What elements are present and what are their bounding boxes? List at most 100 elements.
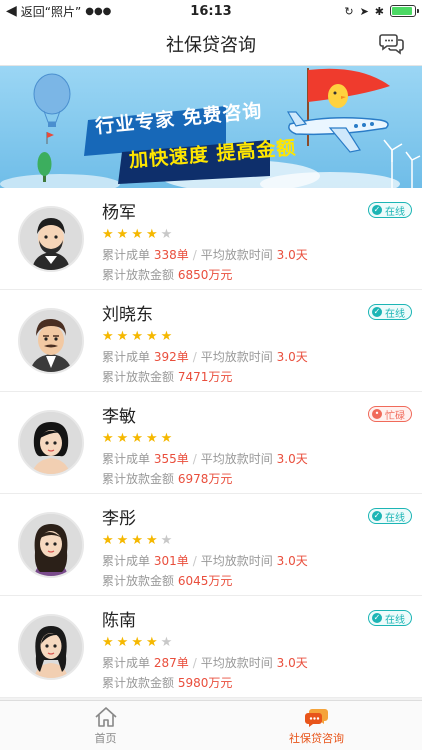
amount-value: 6978万元 bbox=[177, 472, 233, 486]
status-bar: ◀ 返回“照片” ●●● 16:13 ↻ ➤ ✱ bbox=[0, 0, 422, 22]
orders-stat: 累计成单 301单 / 平均放款时间 3.0天 bbox=[102, 551, 308, 571]
orders-value: 301单 bbox=[153, 554, 189, 568]
stat-separator: / bbox=[192, 248, 197, 262]
star-filled-icon: ★ bbox=[102, 329, 114, 344]
signal-icon: ●●● bbox=[85, 5, 112, 17]
avg-time-label: 平均放款时间 bbox=[200, 656, 273, 670]
consultant-info: 刘晓东 ★ ★ ★ ★ ★ 累计成单 392单 / 平均放款时间 3.0天 累计放款金额 7471… bbox=[102, 304, 308, 387]
star-filled-icon: ★ bbox=[131, 227, 143, 242]
chat-bubbles-icon bbox=[304, 708, 328, 727]
consultant-row[interactable]: 李敏 ★ ★ ★ ★ ★ 累计成单 355单 / 平均放款时间 3.0天累计放款金额 6978万… bbox=[0, 392, 422, 494]
tab-bar: 首页 社保贷咨询 bbox=[0, 700, 422, 750]
star-filled-icon: ★ bbox=[116, 533, 129, 548]
orders-stat: 累计成单 338单 / 平均放款时间 3.0天 bbox=[102, 245, 308, 265]
orders-stat: 累计成单 392单 / 平均放款时间 3.0天 bbox=[102, 347, 308, 367]
orders-label: 累计成单 bbox=[102, 656, 151, 670]
star-filled-icon: ★ bbox=[145, 635, 158, 650]
star-empty-icon: ★ bbox=[160, 227, 173, 242]
consultant-name: 李彤 bbox=[102, 509, 136, 529]
amount-stat: 累计放款金额 6850万元 bbox=[102, 265, 308, 285]
star-filled-icon: ★ bbox=[102, 431, 114, 446]
amount-label: 累计放款金额 bbox=[102, 574, 175, 588]
amount-value: 6045万元 bbox=[177, 574, 233, 588]
star-filled-icon: ★ bbox=[145, 227, 158, 242]
status-badge: ✓ 在线 bbox=[368, 610, 412, 626]
rating-stars: ★ ★ ★ ★ ★ bbox=[102, 636, 308, 650]
star-empty-icon: ★ bbox=[160, 635, 173, 650]
orders-value: 338单 bbox=[153, 248, 189, 262]
star-filled-icon: ★ bbox=[116, 227, 129, 242]
consultant-name: 刘晓东 bbox=[102, 305, 153, 325]
orders-value: 355单 bbox=[153, 452, 189, 466]
status-text: 在线 bbox=[385, 614, 405, 626]
rating-stars: ★ ★ ★ ★ ★ bbox=[102, 228, 308, 242]
check-icon: ✓ bbox=[372, 511, 382, 521]
star-filled-icon: ★ bbox=[145, 533, 158, 548]
back-chevron-icon[interactable]: ◀ bbox=[6, 3, 17, 19]
status-badge: ✓ 在线 bbox=[368, 202, 412, 218]
location-icon: ➤ bbox=[359, 4, 369, 18]
amount-label: 累计放款金额 bbox=[102, 472, 175, 486]
status-badge: ✓ 在线 bbox=[368, 304, 412, 320]
avg-time-value: 3.0天 bbox=[276, 656, 308, 670]
consultant-row[interactable]: 李彤 ★ ★ ★ ★ ★ 累计成单 301单 / 平均放款时间 3.0天累计放款金额 6045万… bbox=[0, 494, 422, 596]
rating-stars: ★ ★ ★ ★ ★ bbox=[102, 330, 308, 344]
orders-stat: 累计成单 355单 / 平均放款时间 3.0天 bbox=[102, 449, 308, 469]
star-filled-icon: ★ bbox=[102, 635, 114, 650]
consultant-name: 杨军 bbox=[102, 203, 136, 223]
amount-value: 7471万元 bbox=[177, 370, 233, 384]
star-filled-icon: ★ bbox=[160, 329, 173, 344]
stat-separator: / bbox=[192, 554, 197, 568]
amount-value: 6850万元 bbox=[177, 268, 233, 282]
avatar bbox=[18, 410, 84, 476]
star-filled-icon: ★ bbox=[145, 329, 158, 344]
consultant-info: 李敏 ★ ★ ★ ★ ★ 累计成单 355单 / 平均放款时间 3.0天累计放款金额 6978万… bbox=[102, 406, 308, 489]
amount-stat: 累计放款金额 7471万元 bbox=[102, 367, 308, 387]
chat-bubbles-icon bbox=[379, 34, 404, 55]
consultant-name: 陈南 bbox=[102, 611, 136, 631]
promo-banner[interactable]: 行业专家 免费咨询 加快速度 提高金额 bbox=[0, 66, 422, 188]
avg-time-label: 平均放款时间 bbox=[200, 248, 273, 262]
amount-label: 累计放款金额 bbox=[102, 370, 175, 384]
tab-home-label: 首页 bbox=[94, 731, 117, 745]
battery-icon bbox=[390, 5, 419, 17]
status-badge: ✓ 在线 bbox=[368, 508, 412, 524]
orders-label: 累计成单 bbox=[102, 452, 151, 466]
tab-home[interactable]: 首页 bbox=[0, 701, 211, 750]
consultant-name: 李敏 bbox=[102, 407, 136, 427]
chat-button[interactable] bbox=[378, 30, 406, 58]
clock-icon: • bbox=[372, 409, 382, 419]
amount-label: 累计放款金额 bbox=[102, 676, 175, 690]
orders-stat: 累计成单 287单 / 平均放款时间 3.0天 bbox=[102, 653, 308, 673]
tab-consult[interactable]: 社保贷咨询 bbox=[211, 701, 422, 750]
star-empty-icon: ★ bbox=[160, 533, 173, 548]
stat-separator: / bbox=[192, 452, 197, 466]
avatar bbox=[18, 614, 84, 680]
check-icon: ✓ bbox=[372, 613, 382, 623]
star-filled-icon: ★ bbox=[116, 431, 129, 446]
page-title: 社保贷咨询 bbox=[166, 34, 256, 56]
rating-stars: ★ ★ ★ ★ ★ bbox=[102, 534, 308, 548]
consultant-row[interactable]: 陈南 ★ ★ ★ ★ ★ 累计成单 287单 / 平均放款时间 3.0天累计放款金额 5980万… bbox=[0, 596, 422, 698]
check-icon: ✓ bbox=[372, 307, 382, 317]
amount-value: 5980万元 bbox=[177, 676, 233, 690]
orders-value: 287单 bbox=[153, 656, 189, 670]
consultant-info: 杨军 ★ ★ ★ ★ ★ 累计成单 338单 / 平均放款时间 3.0天 累计放款金额 6850万… bbox=[102, 202, 308, 285]
avatar bbox=[18, 308, 84, 374]
consultant-info: 陈南 ★ ★ ★ ★ ★ 累计成单 287单 / 平均放款时间 3.0天累计放款金额 5980万… bbox=[102, 610, 308, 693]
consultant-list: 杨军 ★ ★ ★ ★ ★ 累计成单 338单 / 平均放款时间 3.0天 累计放款金额 6850万… bbox=[0, 188, 422, 698]
check-icon: ✓ bbox=[372, 205, 382, 215]
consultant-row[interactable]: 杨军 ★ ★ ★ ★ ★ 累计成单 338单 / 平均放款时间 3.0天 累计放款金额 6850万… bbox=[0, 188, 422, 290]
consultant-row[interactable]: 刘晓东 ★ ★ ★ ★ ★ 累计成单 392单 / 平均放款时间 3.0天 累计放款金额 7471… bbox=[0, 290, 422, 392]
star-filled-icon: ★ bbox=[160, 431, 173, 446]
avatar bbox=[18, 512, 84, 578]
avg-time-label: 平均放款时间 bbox=[200, 554, 273, 568]
orders-label: 累计成单 bbox=[102, 248, 151, 262]
avg-time-value: 3.0天 bbox=[276, 248, 308, 262]
star-filled-icon: ★ bbox=[145, 431, 158, 446]
rating-stars: ★ ★ ★ ★ ★ bbox=[102, 432, 308, 446]
home-icon bbox=[94, 706, 117, 727]
back-to-photos-link[interactable]: 返回“照片” bbox=[21, 3, 81, 20]
star-filled-icon: ★ bbox=[116, 329, 129, 344]
consultant-info: 李彤 ★ ★ ★ ★ ★ 累计成单 301单 / 平均放款时间 3.0天累计放款金额 6045万… bbox=[102, 508, 308, 591]
